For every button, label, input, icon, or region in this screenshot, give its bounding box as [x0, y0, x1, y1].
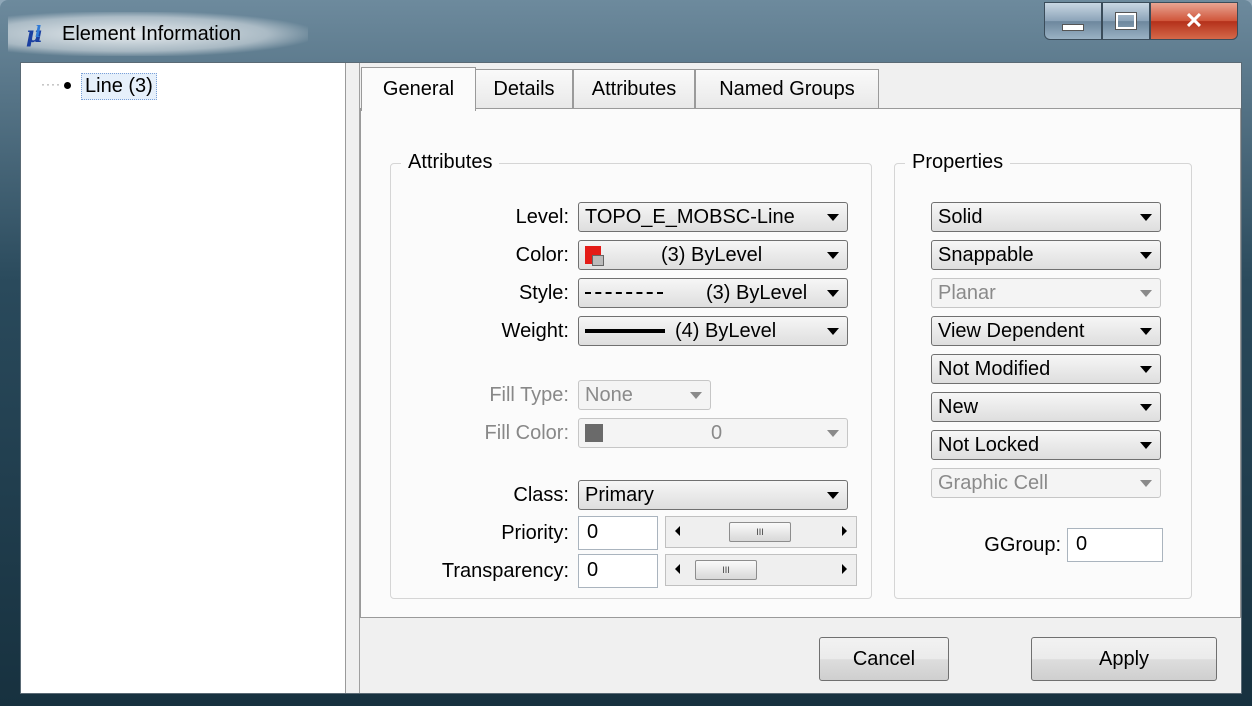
chevron-down-icon [690, 392, 702, 399]
tab-details[interactable]: Details [475, 69, 573, 109]
class-value: Primary [585, 483, 654, 506]
solid-value: Solid [938, 205, 983, 228]
level-dropdown[interactable]: TOPO_E_MOBSC-Line [578, 202, 848, 232]
fill-color-dropdown: 0 [578, 418, 848, 448]
window-title: Element Information [62, 23, 241, 45]
chevron-down-icon [1140, 252, 1152, 259]
scroll-right-icon[interactable] [842, 526, 847, 536]
scroll-right-icon[interactable] [842, 564, 847, 574]
level-value: TOPO_E_MOBSC-Line [585, 205, 795, 228]
attributes-group: Attributes Level: TOPO_E_MOBSC-Line Colo… [390, 151, 872, 599]
chevron-down-icon [1140, 328, 1152, 335]
fill-type-label: Fill Type: [489, 384, 569, 406]
transparency-slider-thumb[interactable]: III [695, 560, 757, 580]
chevron-down-icon [1140, 442, 1152, 449]
close-icon: ✕ [1184, 8, 1204, 33]
new-value: New [938, 395, 979, 418]
class-dropdown[interactable]: Primary [578, 480, 848, 510]
modified-dropdown[interactable]: Not Modified [931, 354, 1161, 384]
tree-bullet-icon [64, 82, 71, 89]
class-label: Class: [513, 484, 569, 506]
title-bar[interactable]: μl Element Information ✕ [0, 0, 1252, 62]
properties-group: Properties Solid Snappable Planar View D… [894, 151, 1192, 599]
fill-color-value: 0 [711, 421, 723, 444]
pane-splitter[interactable] [346, 63, 360, 693]
style-value: (3) ByLevel [706, 281, 808, 304]
transparency-label: Transparency: [441, 560, 569, 582]
chevron-down-icon [827, 214, 839, 221]
color-swatch-icon [585, 246, 604, 266]
cancel-button[interactable]: Cancel [819, 637, 949, 681]
attributes-group-title: Attributes [401, 151, 500, 174]
line-weight-icon [585, 329, 665, 333]
close-button[interactable]: ✕ [1150, 2, 1238, 40]
chevron-down-icon [827, 252, 839, 259]
weight-value: (4) ByLevel [675, 319, 777, 342]
apply-button[interactable]: Apply [1031, 637, 1217, 681]
chevron-down-icon [827, 290, 839, 297]
scroll-left-icon[interactable] [675, 526, 680, 536]
scroll-left-icon[interactable] [675, 564, 680, 574]
graphic-cell-dropdown: Graphic Cell [931, 468, 1161, 498]
priority-slider-thumb[interactable]: III [729, 522, 791, 542]
snappable-value: Snappable [938, 243, 1034, 266]
chevron-down-icon [1140, 214, 1152, 221]
tab-attributes[interactable]: Attributes [573, 69, 695, 109]
chevron-down-icon [1140, 366, 1152, 373]
microstation-app-icon: μl [26, 22, 43, 48]
style-label: Style: [518, 282, 569, 304]
weight-label: Weight: [501, 320, 569, 342]
priority-label: Priority: [501, 522, 569, 544]
dashed-line-icon [585, 292, 663, 294]
priority-slider[interactable]: III [665, 516, 857, 548]
chevron-down-icon [827, 430, 839, 437]
view-dependent-value: View Dependent [938, 319, 1085, 342]
transparency-input[interactable]: 0 [578, 554, 658, 588]
solid-dropdown[interactable]: Solid [931, 202, 1161, 232]
ggroup-label: GGroup: [984, 534, 1061, 556]
fill-color-swatch-icon [585, 424, 603, 442]
new-dropdown[interactable]: New [931, 392, 1161, 422]
tab-named-groups[interactable]: Named Groups [695, 69, 879, 109]
modified-value: Not Modified [938, 357, 1051, 380]
color-value: (3) ByLevel [661, 243, 763, 266]
maximize-button[interactable] [1102, 2, 1150, 40]
minimize-icon [1062, 23, 1084, 31]
element-information-window: μl Element Information ✕ ···· Line (3) G… [0, 0, 1252, 706]
color-label: Color: [515, 244, 569, 266]
priority-input[interactable]: 0 [578, 516, 658, 550]
tree-item-line[interactable]: Line (3) [81, 73, 157, 100]
chevron-down-icon [1140, 290, 1152, 297]
snappable-dropdown[interactable]: Snappable [931, 240, 1161, 270]
element-tree[interactable]: ···· Line (3) [21, 63, 346, 693]
fill-type-value: None [585, 383, 633, 406]
chevron-down-icon [827, 328, 839, 335]
tree-connector: ···· [41, 77, 61, 91]
locked-value: Not Locked [938, 433, 1040, 456]
chevron-down-icon [827, 492, 839, 499]
transparency-slider[interactable]: III [665, 554, 857, 586]
dialog-client-area: ···· Line (3) General Details Attributes… [20, 62, 1242, 694]
weight-dropdown[interactable]: (4) ByLevel [578, 316, 848, 346]
planar-dropdown: Planar [931, 278, 1161, 308]
graphic-cell-value: Graphic Cell [938, 471, 1049, 494]
planar-value: Planar [938, 281, 996, 304]
locked-dropdown[interactable]: Not Locked [931, 430, 1161, 460]
ggroup-input[interactable]: 0 [1067, 528, 1163, 562]
fill-type-dropdown: None [578, 380, 711, 410]
tab-general[interactable]: General [361, 67, 476, 111]
color-dropdown[interactable]: (3) ByLevel [578, 240, 848, 270]
view-dependent-dropdown[interactable]: View Dependent [931, 316, 1161, 346]
fill-color-label: Fill Color: [484, 422, 569, 444]
level-label: Level: [515, 206, 569, 228]
maximize-icon [1115, 12, 1137, 30]
minimize-button[interactable] [1044, 2, 1102, 40]
properties-group-title: Properties [905, 151, 1011, 174]
chevron-down-icon [1140, 480, 1152, 487]
general-tab-panel: Attributes Level: TOPO_E_MOBSC-Line Colo… [360, 108, 1241, 618]
chevron-down-icon [1140, 404, 1152, 411]
style-dropdown[interactable]: (3) ByLevel [578, 278, 848, 308]
